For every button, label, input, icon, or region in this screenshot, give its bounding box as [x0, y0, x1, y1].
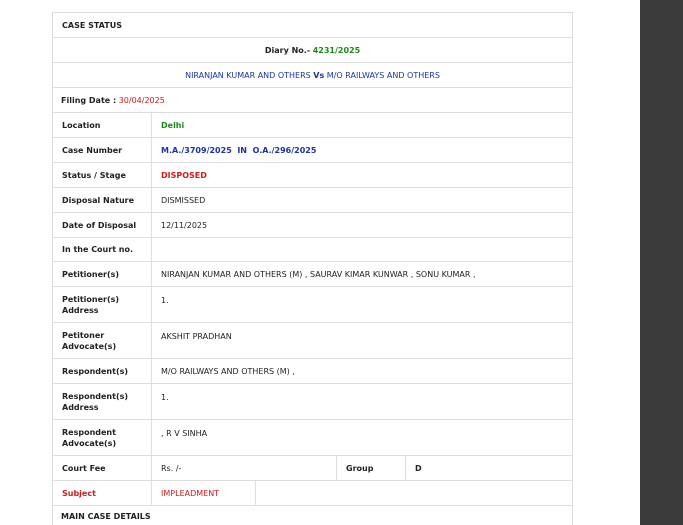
respondent-address-label: Respondent(s) Address	[62, 391, 129, 412]
respondent-address-row: Respondent(s) Address 1.	[53, 383, 572, 419]
respondent-address-value: 1.	[151, 384, 572, 419]
court-no-value	[151, 238, 572, 261]
petitioner-advocate-label: Petitoner Advocate(s)	[62, 330, 117, 351]
diary-label: Diary No.-	[264, 45, 311, 55]
location-label: Location	[62, 120, 101, 130]
disposal-nature-row: Disposal Nature DISMISSED	[53, 187, 572, 212]
subject-value: IMPLEADMENT	[151, 481, 256, 505]
filing-date-label: Filing Date :	[61, 95, 117, 105]
versus-label: Vs	[313, 70, 325, 80]
court-no-row: In the Court no.	[53, 237, 572, 261]
petitioners-value: NIRANJAN KUMAR AND OTHERS (M) , SAURAV K…	[151, 262, 572, 286]
case-status-header-row: CASE STATUS	[53, 12, 572, 37]
case-number-row: Case Number M.A./3709/2025 IN O.A./296/2…	[53, 137, 572, 162]
subject-row: Subject IMPLEADMENT	[53, 480, 572, 505]
group-value: D	[405, 456, 572, 480]
status-value: DISPOSED	[151, 163, 572, 187]
respondents-row: Respondent(s) M/O RAILWAYS AND OTHERS (M…	[53, 358, 572, 383]
respondent-advocate-value: , R V SINHA	[151, 420, 572, 455]
respondents-label: Respondent(s)	[62, 366, 129, 376]
respondent-advocate-row: Respondent Advocate(s) , R V SINHA	[53, 419, 572, 455]
status-label: Status / Stage	[62, 170, 126, 180]
status-row: Status / Stage DISPOSED	[53, 162, 572, 187]
case-number-label: Case Number	[62, 145, 123, 155]
subject-label: Subject	[62, 488, 96, 498]
case-status-heading: CASE STATUS	[62, 20, 122, 30]
case-number-value: M.A./3709/2025 IN O.A./296/2025	[151, 138, 572, 162]
date-of-disposal-value: 12/11/2025	[151, 213, 572, 237]
filing-date-row: Filing Date : 30/04/2025	[53, 87, 572, 112]
respondents-value: M/O RAILWAYS AND OTHERS (M) ,	[151, 359, 572, 383]
right-scroll-panel	[640, 0, 683, 525]
respondent-party: M/O RAILWAYS AND OTHERS	[326, 70, 440, 80]
petitioners-label: Petitioner(s)	[62, 269, 120, 279]
petitioner-advocate-row: Petitoner Advocate(s) AKSHIT PRADHAN	[53, 322, 572, 358]
date-of-disposal-row: Date of Disposal 12/11/2025	[53, 212, 572, 237]
date-of-disposal-label: Date of Disposal	[62, 220, 137, 230]
court-fee-label: Court Fee	[62, 463, 106, 473]
court-fee-row: Court Fee Rs. /- Group D	[53, 455, 572, 480]
main-case-details-heading: MAIN CASE DETAILS	[61, 512, 151, 521]
respondent-advocate-label: Respondent Advocate(s)	[62, 427, 117, 448]
parties-row: NIRANJAN KUMAR AND OTHERS Vs M/O RAILWAY…	[53, 62, 572, 87]
main-case-header-row: MAIN CASE DETAILS	[53, 505, 572, 525]
disposal-nature-label: Disposal Nature	[62, 195, 135, 205]
filing-date-value: 30/04/2025	[118, 95, 165, 105]
diary-number: 4231/2025	[312, 45, 361, 55]
court-no-label: In the Court no.	[62, 245, 134, 254]
location-value: Delhi	[151, 113, 572, 137]
location-row: Location Delhi	[53, 112, 572, 137]
petitioner-address-label: Petitioner(s) Address	[62, 294, 120, 315]
court-fee-value: Rs. /-	[151, 456, 336, 480]
diary-row: Diary No.- 4231/2025	[53, 37, 572, 62]
petitioners-row: Petitioner(s) NIRANJAN KUMAR AND OTHERS …	[53, 261, 572, 286]
petitioner-party: NIRANJAN KUMAR AND OTHERS	[185, 70, 311, 80]
petitioner-address-value: 1.	[151, 287, 572, 322]
petitioner-advocate-value: AKSHIT PRADHAN	[151, 323, 572, 358]
case-status-panel: CASE STATUS Diary No.- 4231/2025 NIRANJA…	[52, 12, 573, 525]
group-label: Group	[336, 456, 405, 480]
disposal-nature-value: DISMISSED	[151, 188, 572, 212]
petitioner-address-row: Petitioner(s) Address 1.	[53, 286, 572, 322]
